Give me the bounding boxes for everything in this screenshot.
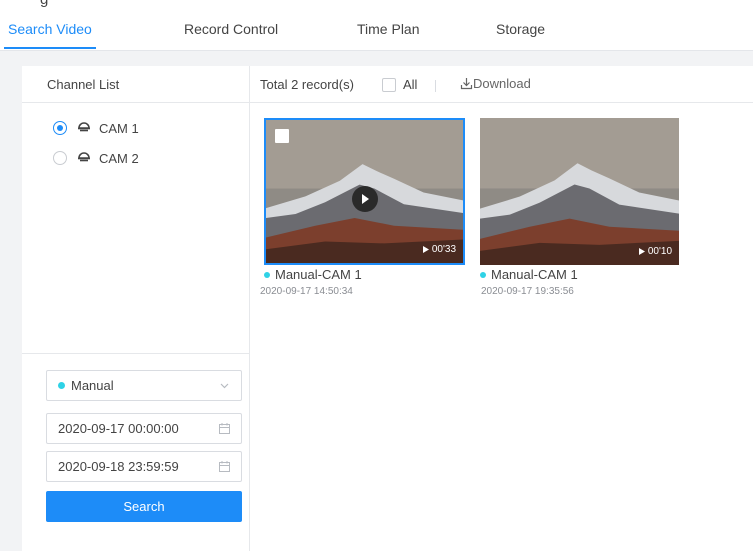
- record-timestamp: 2020-09-17 19:35:56: [481, 286, 574, 297]
- start-time-value: 2020-09-17 00:00:00: [58, 421, 179, 436]
- calendar-icon[interactable]: [218, 460, 231, 473]
- channel-item-cam2[interactable]: CAM 2: [53, 148, 139, 168]
- duration-text: 00'33: [431, 244, 456, 255]
- calendar-icon[interactable]: [218, 422, 231, 435]
- channel-list-title: Channel List: [47, 77, 120, 92]
- record-type-select[interactable]: Manual: [46, 370, 242, 401]
- record-title: Manual-CAM 1: [264, 267, 362, 282]
- start-time-field[interactable]: 2020-09-17 00:00:00: [46, 413, 242, 444]
- dome-camera-icon: [78, 152, 90, 162]
- end-time-value: 2020-09-18 23:59:59: [58, 459, 179, 474]
- active-tab-underline: [4, 47, 96, 49]
- record-type-value: Manual: [71, 378, 114, 393]
- tab-label: Storage: [496, 21, 546, 37]
- tab-time-plan[interactable]: Time Plan: [357, 21, 420, 49]
- page-title-fragment: g: [40, 0, 48, 8]
- select-all-checkbox[interactable]: [382, 78, 396, 92]
- divider: [250, 102, 753, 103]
- tab-search-video[interactable]: Search Video: [4, 21, 96, 49]
- play-icon[interactable]: [352, 186, 378, 212]
- main-panel: Channel List CAM 1 CAM 2 Manual 2020-09-…: [22, 66, 753, 551]
- divider: [22, 353, 249, 354]
- channel-radio[interactable]: [53, 151, 67, 165]
- tab-label: Search Video: [8, 21, 92, 37]
- dome-camera-icon: [78, 122, 90, 132]
- divider: [435, 80, 436, 92]
- record-type-dot: [58, 382, 65, 389]
- chevron-down-icon: [220, 383, 229, 389]
- total-records-label: Total 2 record(s): [260, 77, 354, 92]
- record-type-dot: [264, 271, 270, 278]
- channel-radio-selected[interactable]: [53, 121, 67, 135]
- tab-label: Record Control: [184, 21, 279, 37]
- tab-record-control[interactable]: Record Control: [184, 21, 278, 49]
- record-card[interactable]: 00'10: [480, 118, 679, 265]
- mountain-thumbnail-image: [480, 118, 679, 265]
- tab-storage[interactable]: Storage: [496, 21, 545, 49]
- record-duration: 00'33: [422, 244, 456, 255]
- record-title-text: Manual-CAM 1: [491, 267, 578, 282]
- play-small-icon: [422, 246, 429, 253]
- top-nav-bar: g Search Video Record Control Time Plan …: [0, 0, 753, 51]
- record-duration: 00'10: [638, 246, 672, 257]
- record-timestamp: 2020-09-17 14:50:34: [260, 286, 353, 297]
- download-button[interactable]: Download: [460, 76, 531, 91]
- select-all-label: All: [403, 77, 418, 92]
- divider: [22, 102, 249, 103]
- record-title-text: Manual-CAM 1: [275, 267, 362, 282]
- play-small-icon: [638, 248, 645, 255]
- video-thumbnail: [480, 118, 679, 265]
- download-icon: [460, 78, 473, 90]
- channel-label: CAM 1: [99, 120, 139, 136]
- search-button[interactable]: Search: [46, 491, 242, 522]
- record-title: Manual-CAM 1: [480, 267, 578, 282]
- end-time-field[interactable]: 2020-09-18 23:59:59: [46, 451, 242, 482]
- channel-sidebar: Channel List CAM 1 CAM 2 Manual 2020-09-…: [22, 66, 250, 551]
- duration-text: 00'10: [647, 246, 672, 257]
- tab-label: Time Plan: [357, 21, 420, 37]
- record-card[interactable]: 00'33: [264, 118, 465, 265]
- record-checkbox[interactable]: [275, 129, 289, 143]
- download-label: Download: [473, 76, 531, 91]
- channel-label: CAM 2: [99, 150, 139, 166]
- channel-item-cam1[interactable]: CAM 1: [53, 118, 139, 138]
- record-type-dot: [480, 271, 486, 278]
